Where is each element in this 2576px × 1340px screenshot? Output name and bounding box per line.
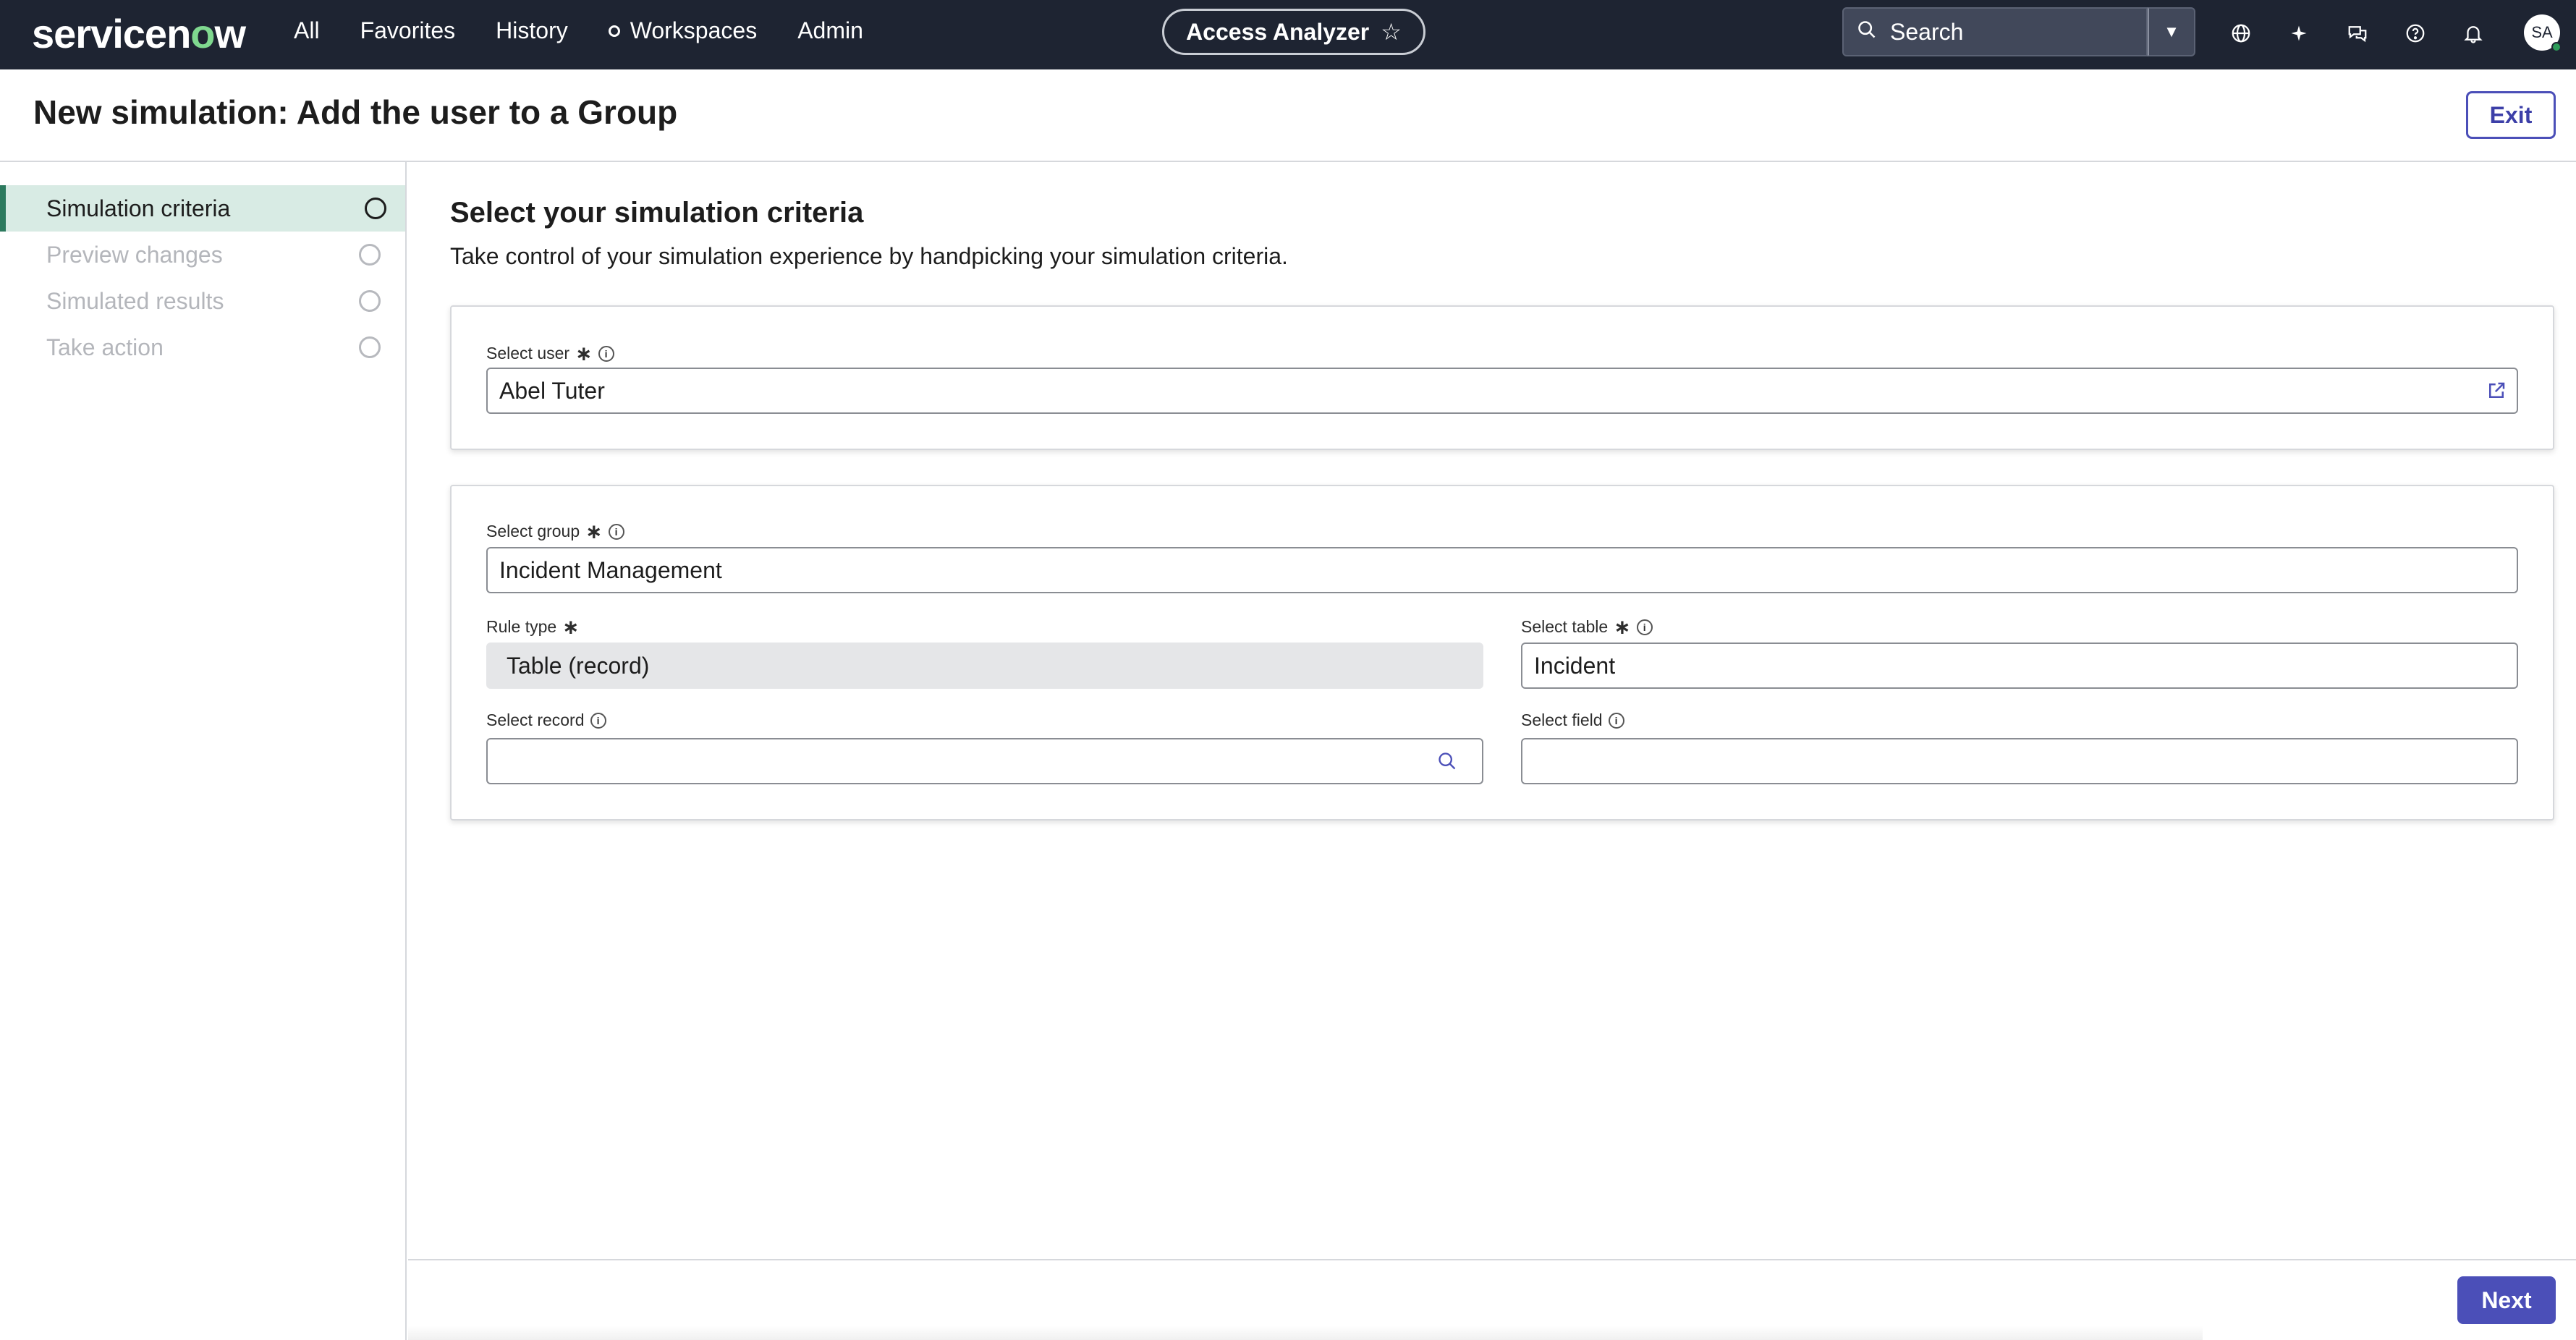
rule-type-label: Rule type ∗ — [486, 616, 580, 638]
search-placeholder: Search — [1890, 18, 1964, 45]
section-title: Select your simulation criteria — [450, 197, 864, 229]
user-avatar[interactable]: SA — [2524, 14, 2562, 52]
nav-all[interactable]: All — [294, 17, 320, 44]
step-simulation-criteria[interactable]: Simulation criteria — [0, 185, 405, 232]
open-external-icon[interactable] — [2485, 379, 2508, 402]
info-icon[interactable]: i — [598, 345, 614, 362]
nav-favorites[interactable]: Favorites — [360, 17, 456, 44]
required-asterisk-icon: ∗ — [575, 342, 593, 365]
globe-icon[interactable] — [2225, 17, 2257, 49]
search-icon[interactable] — [1436, 750, 1459, 773]
step-status-circle-icon — [359, 244, 381, 266]
user-selection-card: Select user ∗ i Abel Tuter — [450, 305, 2554, 450]
select-group-value: Incident Management — [499, 556, 722, 583]
section-description: Take control of your simulation experien… — [450, 243, 1288, 269]
select-record-label: Select record i — [486, 711, 606, 730]
nav-workspaces[interactable]: Workspaces — [608, 17, 757, 44]
avatar-initials: SA — [2531, 23, 2553, 41]
page-title: New simulation: Add the user to a Group — [33, 93, 678, 131]
select-table-value: Incident — [1534, 652, 1616, 679]
rule-type-value: Table (record) — [507, 652, 650, 679]
select-user-label: Select user ∗ i — [486, 342, 614, 365]
step-label: Simulation criteria — [46, 195, 231, 221]
nav-history[interactable]: History — [496, 17, 568, 44]
step-preview-changes: Preview changes — [0, 232, 405, 278]
required-asterisk-icon: ∗ — [1614, 616, 1631, 638]
required-asterisk-icon: ∗ — [562, 616, 580, 638]
top-navigation-bar: servicenow All Favorites History Workspa… — [0, 0, 2576, 69]
next-button[interactable]: Next — [2457, 1276, 2556, 1324]
criteria-card: Select group ∗ i Incident Management Rul… — [450, 485, 2554, 820]
workspaces-ring-icon — [608, 25, 620, 37]
select-user-value: Abel Tuter — [499, 377, 605, 404]
nav-admin[interactable]: Admin — [797, 17, 863, 44]
select-table-label: Select table ∗ i — [1521, 615, 1653, 639]
footer-shadow — [408, 1326, 2203, 1340]
step-status-circle-icon — [359, 336, 381, 358]
step-take-action: Take action — [0, 324, 405, 370]
rule-type-field: Table (record) — [486, 643, 1483, 689]
search-icon — [1857, 19, 1877, 46]
page-header: New simulation: Add the user to a Group … — [0, 69, 2576, 162]
select-record-field[interactable] — [486, 738, 1483, 784]
info-icon[interactable]: i — [590, 712, 606, 729]
step-label: Preview changes — [46, 241, 223, 268]
step-simulated-results: Simulated results — [0, 278, 405, 324]
select-field-label: Select field i — [1521, 711, 1624, 730]
select-field-field[interactable] — [1521, 738, 2518, 784]
bell-icon[interactable] — [2457, 17, 2489, 49]
global-search-input[interactable]: Search — [1842, 7, 2148, 56]
help-icon[interactable] — [2399, 17, 2431, 49]
caret-down-icon: ▼ — [2164, 22, 2179, 41]
sparkle-icon[interactable] — [2283, 17, 2315, 49]
select-group-field[interactable]: Incident Management — [486, 547, 2518, 593]
select-group-label: Select group ∗ i — [486, 520, 624, 543]
info-icon[interactable]: i — [1608, 712, 1624, 729]
exit-button[interactable]: Exit — [2466, 91, 2556, 139]
step-label: Simulated results — [46, 287, 224, 314]
required-asterisk-icon: ∗ — [585, 520, 603, 543]
star-icon[interactable]: ☆ — [1381, 18, 1402, 46]
servicenow-logo[interactable]: servicenow — [32, 10, 246, 57]
chat-icon[interactable] — [2342, 17, 2373, 49]
info-icon[interactable]: i — [1636, 619, 1653, 635]
step-label: Take action — [46, 334, 164, 360]
step-status-circle-icon — [359, 290, 381, 312]
app-pill-access-analyzer[interactable]: Access Analyzer ☆ — [1162, 9, 1425, 55]
online-status-dot — [2551, 42, 2562, 52]
step-status-circle-icon — [365, 198, 386, 219]
search-scope-dropdown[interactable]: ▼ — [2148, 7, 2195, 56]
app-name: Access Analyzer — [1186, 18, 1370, 45]
select-user-field[interactable]: Abel Tuter — [486, 368, 2518, 414]
nav-links: All Favorites History Workspaces Admin — [294, 17, 904, 44]
info-icon[interactable]: i — [608, 523, 624, 540]
steps-sidebar: Simulation criteria Preview changes Simu… — [0, 162, 407, 1340]
select-table-field[interactable]: Incident — [1521, 643, 2518, 689]
